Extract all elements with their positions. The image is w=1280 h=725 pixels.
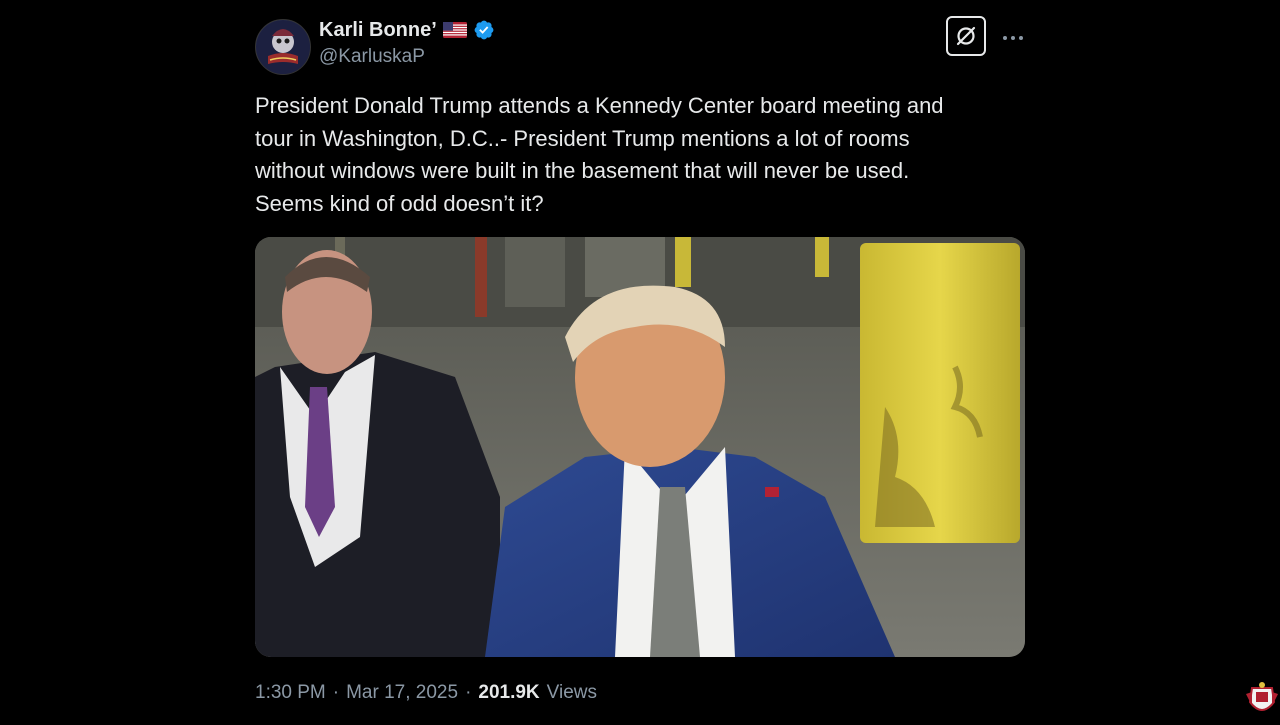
tweet-media-video[interactable] <box>255 237 1025 657</box>
tweet-text-line: President Donald Trump attends a Kennedy… <box>255 93 944 118</box>
tweet-date[interactable]: Mar 17, 2025 <box>346 682 458 704</box>
tweet-time[interactable]: 1:30 PM <box>255 682 326 704</box>
tweet-text-line: tour in Washington, D.C..- President Tru… <box>255 125 910 151</box>
author-handle[interactable]: @KarluskaP <box>319 46 425 68</box>
author-name[interactable]: Karli Bonne’ <box>319 19 437 42</box>
grok-icon <box>956 26 976 46</box>
more-options-button[interactable] <box>998 24 1028 52</box>
channel-crest-logo <box>1244 680 1280 720</box>
grok-button[interactable] <box>946 16 986 56</box>
views-label: Views <box>546 682 598 703</box>
meta-separator: · <box>332 682 340 703</box>
tweet-text-line: Seems kind of odd doesn’t it? <box>255 190 544 216</box>
tweet-metadata: 1:30 PM · Mar 17, 2025 · 201.9K Views <box>255 680 597 706</box>
verified-badge-icon[interactable] <box>473 19 495 41</box>
tweet-text: President Donald Trump attends a Kennedy… <box>255 90 1015 220</box>
profile-avatar[interactable] <box>255 19 311 75</box>
more-options-icon <box>1003 36 1023 40</box>
tweet-text-line: without windows were built in the baseme… <box>255 158 910 183</box>
us-flag-icon <box>442 22 467 38</box>
views-count[interactable]: 201.9K <box>478 682 539 704</box>
meta-separator: · <box>465 682 472 703</box>
